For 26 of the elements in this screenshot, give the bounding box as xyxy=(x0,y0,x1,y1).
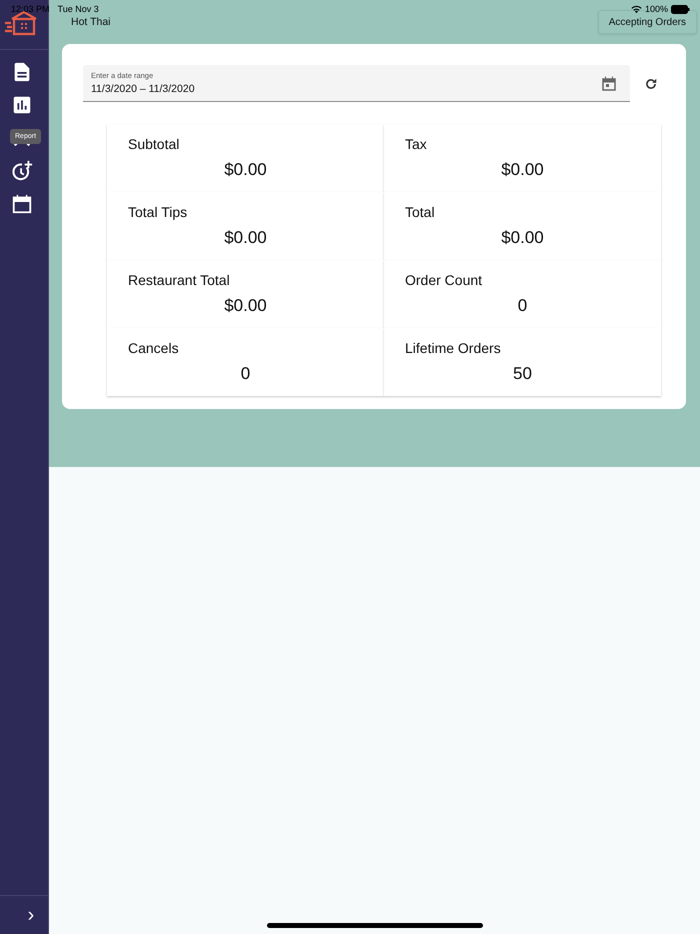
stat-label: Total Tips xyxy=(128,204,188,220)
battery-icon xyxy=(671,4,690,14)
status-time: 12:03 PM xyxy=(11,4,50,14)
stat-label: Lifetime Orders xyxy=(405,340,502,356)
stat-label: Restaurant Total xyxy=(128,272,231,288)
stat-label: Total xyxy=(405,204,436,220)
status-date: Tue Nov 3 xyxy=(58,4,99,14)
stat-value: $0.00 xyxy=(500,160,545,180)
stat-label: Order Count xyxy=(405,272,484,288)
stat-value: 0 xyxy=(516,296,528,316)
stat-label: Cancels xyxy=(128,340,180,356)
stat-value: $0.00 xyxy=(223,228,268,248)
stat-value: 0 xyxy=(240,364,252,384)
restaurant-name: Hot Thai xyxy=(71,16,110,28)
field-value: 11/3/2020 – 11/3/2020 xyxy=(91,83,196,95)
stat-value: 50 xyxy=(512,364,533,384)
refresh-icon[interactable] xyxy=(644,76,658,90)
wifi-icon xyxy=(630,4,642,14)
timer-add-icon[interactable] xyxy=(10,160,32,182)
expand-button[interactable]: › xyxy=(24,905,38,925)
stat-value: $0.00 xyxy=(223,160,268,180)
stat-value: $0.00 xyxy=(223,296,268,316)
stat-label: Tax xyxy=(405,136,428,152)
stat-value: $0.00 xyxy=(500,228,545,248)
calendar-icon[interactable] xyxy=(10,193,32,215)
stat-label: Subtotal xyxy=(128,136,180,152)
